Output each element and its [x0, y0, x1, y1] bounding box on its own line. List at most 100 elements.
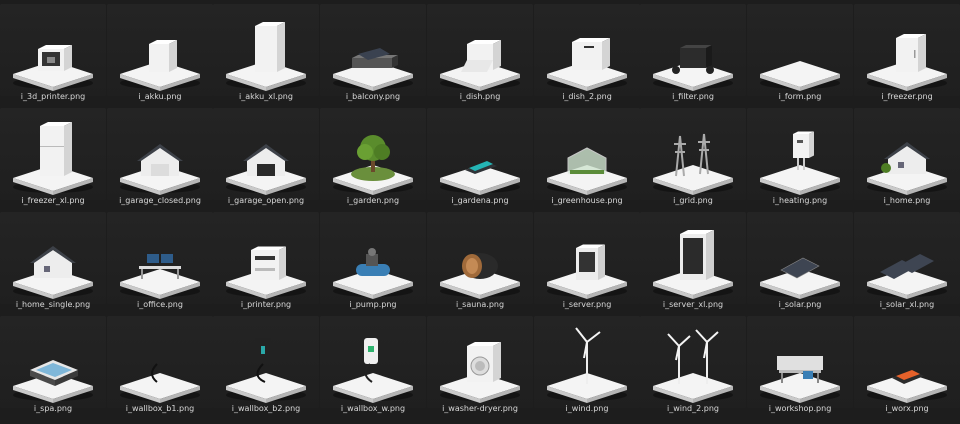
file-thumbnail[interactable]: [107, 212, 213, 304]
file-name-label: i_filter.png: [672, 92, 714, 101]
file-tile[interactable]: i_worx.png: [854, 316, 960, 420]
file-tile[interactable]: i_wind.png: [534, 316, 640, 420]
file-thumbnail[interactable]: [640, 108, 746, 200]
file-thumbnail[interactable]: [640, 316, 746, 408]
file-tile[interactable]: i_grid.png: [640, 108, 746, 212]
file-name-label: i_server.png: [562, 300, 612, 309]
file-tile[interactable]: i_garage_closed.png: [107, 108, 213, 212]
file-thumbnail[interactable]: [107, 108, 213, 200]
file-tile[interactable]: i_dish_2.png: [534, 4, 640, 108]
file-thumbnail[interactable]: [747, 316, 853, 408]
file-thumbnail[interactable]: [640, 212, 746, 304]
file-tile[interactable]: i_akku_xl.png: [213, 4, 319, 108]
file-thumbnail[interactable]: [320, 108, 426, 200]
file-tile[interactable]: i_filter.png: [640, 4, 746, 108]
file-tile[interactable]: i_freezer.png: [854, 4, 960, 108]
file-thumbnail[interactable]: [427, 108, 533, 200]
wind-turbines-icon: [653, 329, 733, 403]
file-tile[interactable]: i_solar.png: [747, 212, 853, 316]
file-name-label: i_washer-dryer.png: [442, 404, 518, 413]
file-thumbnail[interactable]: [854, 316, 960, 408]
file-tile[interactable]: i_heating.png: [747, 108, 853, 212]
file-tile[interactable]: i_washer-dryer.png: [427, 316, 533, 420]
file-name-label: i_spa.png: [33, 404, 73, 413]
robot-mower-icon: [867, 370, 947, 403]
file-thumbnail[interactable]: [747, 108, 853, 200]
file-thumbnail[interactable]: [213, 4, 319, 96]
file-thumbnail[interactable]: [427, 316, 533, 408]
file-thumbnail[interactable]: [534, 212, 640, 304]
file-tile[interactable]: i_pump.png: [320, 212, 426, 316]
home-single-icon: [13, 246, 93, 299]
file-tile[interactable]: i_server_xl.png: [640, 212, 746, 316]
workshop-icon: [760, 356, 840, 403]
file-tile[interactable]: i_balcony.png: [320, 4, 426, 108]
greenhouse-icon: [547, 147, 627, 195]
file-name-label: i_pump.png: [349, 300, 397, 309]
battery-xl-icon: [226, 22, 306, 91]
file-name-label: i_freezer_xl.png: [21, 196, 85, 205]
file-thumbnail[interactable]: [0, 212, 106, 304]
file-thumbnail[interactable]: [213, 316, 319, 408]
file-tile[interactable]: i_form.png: [747, 4, 853, 108]
file-thumbnail[interactable]: [213, 108, 319, 200]
file-thumbnail[interactable]: [107, 4, 213, 96]
file-tile[interactable]: i_gardena.png: [427, 108, 533, 212]
file-tile[interactable]: i_3d_printer.png: [0, 4, 106, 108]
file-thumbnail[interactable]: [213, 212, 319, 304]
power-grid-icon: [653, 133, 733, 195]
file-thumbnail[interactable]: [854, 108, 960, 200]
file-thumbnail[interactable]: [640, 4, 746, 96]
file-tile[interactable]: i_wind_2.png: [640, 316, 746, 420]
file-tile[interactable]: i_spa.png: [0, 316, 106, 420]
file-tile[interactable]: i_solar_xl.png: [854, 212, 960, 316]
file-thumbnail[interactable]: [320, 316, 426, 408]
mower-icon: [440, 161, 520, 195]
file-tile[interactable]: i_printer.png: [213, 212, 319, 316]
file-thumbnail[interactable]: [427, 212, 533, 304]
file-thumbnail[interactable]: [320, 212, 426, 304]
file-name-label: i_sauna.png: [455, 300, 505, 309]
file-tile[interactable]: i_home.png: [854, 108, 960, 212]
garage-closed-icon: [120, 144, 200, 195]
file-thumbnail[interactable]: [0, 316, 106, 408]
file-thumbnail[interactable]: [320, 4, 426, 96]
file-tile[interactable]: i_garage_open.png: [213, 108, 319, 212]
server-icon: [547, 244, 627, 299]
file-thumbnail[interactable]: [534, 4, 640, 96]
file-tile[interactable]: i_freezer_xl.png: [0, 108, 106, 212]
file-tile[interactable]: i_wallbox_w.png: [320, 316, 426, 420]
file-tile[interactable]: i_dish.png: [427, 4, 533, 108]
wind-turbine-icon: [547, 327, 627, 403]
file-thumbnail[interactable]: [854, 212, 960, 304]
file-thumbnail[interactable]: [0, 108, 106, 200]
file-tile[interactable]: i_wallbox_b1.png: [107, 316, 213, 420]
file-tile[interactable]: i_akku.png: [107, 4, 213, 108]
file-tile[interactable]: i_greenhouse.png: [534, 108, 640, 212]
file-tile[interactable]: i_home_single.png: [0, 212, 106, 316]
file-name-label: i_grid.png: [673, 196, 713, 205]
file-tile[interactable]: i_garden.png: [320, 108, 426, 212]
file-name-label: i_wind.png: [565, 404, 609, 413]
file-tile[interactable]: i_workshop.png: [747, 316, 853, 420]
garage-open-icon: [226, 144, 306, 195]
file-thumbnail[interactable]: [747, 212, 853, 304]
file-thumbnail[interactable]: [534, 108, 640, 200]
dishwasher-icon: [440, 40, 520, 91]
file-tile[interactable]: i_sauna.png: [427, 212, 533, 316]
file-tile[interactable]: i_wallbox_b2.png: [213, 316, 319, 420]
file-thumbnail[interactable]: [534, 316, 640, 408]
file-thumbnail[interactable]: [0, 4, 106, 96]
file-thumbnail[interactable]: [854, 4, 960, 96]
file-name-label: i_workshop.png: [768, 404, 832, 413]
file-thumbnail[interactable]: [107, 316, 213, 408]
wallbox-b2-icon: [226, 338, 306, 403]
file-name-label: i_balcony.png: [345, 92, 401, 101]
file-tile[interactable]: i_server.png: [534, 212, 640, 316]
file-thumbnail[interactable]: [747, 4, 853, 96]
file-name-label: i_dish.png: [459, 92, 501, 101]
file-thumbnail[interactable]: [427, 4, 533, 96]
form-icon: [760, 61, 840, 91]
file-tile[interactable]: i_office.png: [107, 212, 213, 316]
pump-icon: [333, 248, 413, 299]
